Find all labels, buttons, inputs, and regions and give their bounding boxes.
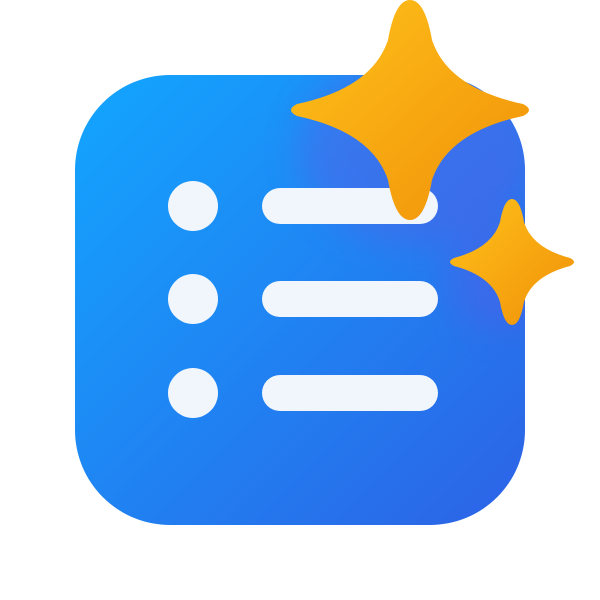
bullet-dot bbox=[168, 368, 218, 418]
ai-list-sparkle-icon bbox=[75, 0, 574, 525]
bullet-dot bbox=[168, 274, 218, 324]
app-icon bbox=[0, 0, 600, 600]
list-items bbox=[168, 181, 438, 418]
bullet-dot bbox=[168, 181, 218, 231]
list-item bbox=[168, 368, 438, 418]
line-bar bbox=[262, 281, 438, 317]
line-bar bbox=[262, 375, 438, 411]
list-item bbox=[168, 274, 438, 324]
